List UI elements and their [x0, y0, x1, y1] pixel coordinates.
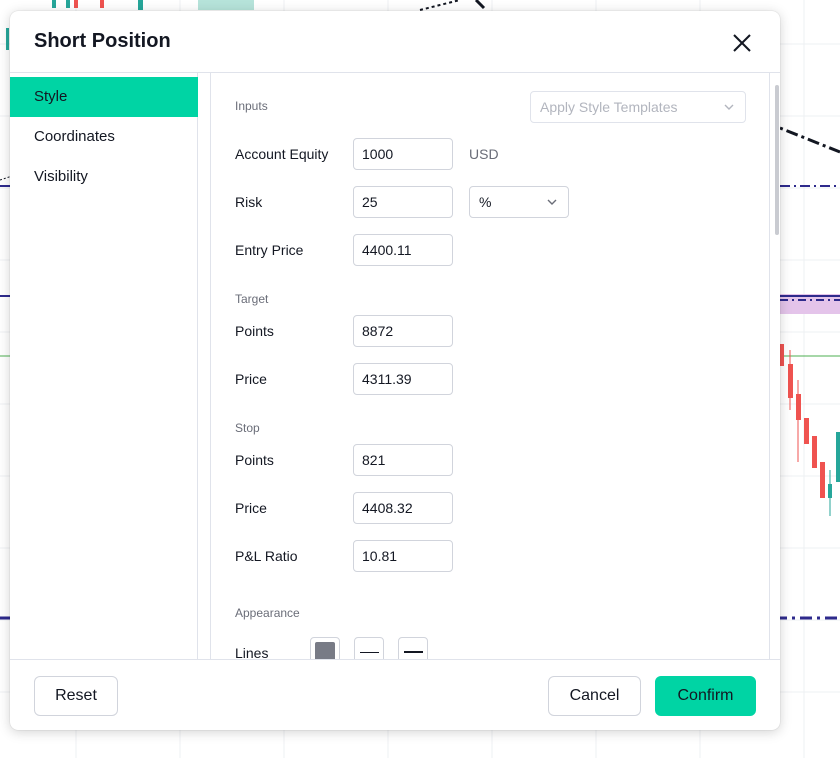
line-color-button[interactable]	[310, 637, 340, 659]
account-equity-label: Account Equity	[235, 146, 329, 162]
stop-points-label: Points	[235, 452, 274, 468]
thin-line-icon	[360, 652, 379, 653]
pl-ratio-input[interactable]	[353, 540, 453, 572]
currency-unit: USD	[469, 146, 499, 162]
stop-section-label: Stop	[235, 421, 260, 435]
style-panel: Inputs Apply Style Templates Account Equ…	[210, 73, 770, 659]
line-width-thick-button[interactable]	[398, 637, 428, 659]
close-icon	[733, 34, 751, 52]
templates-placeholder: Apply Style Templates	[540, 99, 678, 115]
close-button[interactable]	[726, 27, 758, 59]
dialog-title: Short Position	[34, 30, 171, 52]
target-section-label: Target	[235, 292, 269, 306]
target-price-input[interactable]	[353, 363, 453, 395]
dialog-header: Short Position	[10, 11, 780, 73]
target-points-input[interactable]	[353, 315, 453, 347]
account-equity-input[interactable]	[353, 138, 453, 170]
color-swatch	[315, 642, 335, 659]
thick-line-icon	[404, 651, 423, 653]
entry-price-label: Entry Price	[235, 242, 304, 258]
risk-input[interactable]	[353, 186, 453, 218]
tab-visibility[interactable]: Visibility	[10, 157, 198, 197]
chevron-down-icon	[724, 104, 734, 110]
pl-ratio-label: P&L Ratio	[235, 548, 298, 564]
content-scrollbar[interactable]	[775, 85, 779, 235]
inputs-section-label: Inputs	[235, 99, 268, 113]
appearance-section-label: Appearance	[235, 606, 300, 620]
confirm-button[interactable]: Confirm	[655, 676, 756, 716]
target-points-label: Points	[235, 323, 274, 339]
short-position-dialog: Short Position Style Coordinates Visibil…	[10, 11, 780, 730]
chevron-down-icon	[547, 199, 557, 205]
risk-unit-value: %	[479, 194, 492, 210]
tab-style[interactable]: Style	[10, 77, 198, 117]
stop-points-input[interactable]	[353, 444, 453, 476]
stop-price-label: Price	[235, 500, 267, 516]
reset-button[interactable]: Reset	[34, 676, 118, 716]
stop-price-input[interactable]	[353, 492, 453, 524]
apply-style-templates-select[interactable]: Apply Style Templates	[530, 91, 746, 123]
dialog-sidebar: Style Coordinates Visibility	[10, 73, 198, 659]
risk-unit-select[interactable]: %	[469, 186, 569, 218]
line-width-thin-button[interactable]	[354, 637, 384, 659]
entry-price-input[interactable]	[353, 234, 453, 266]
tab-coordinates[interactable]: Coordinates	[10, 117, 198, 157]
target-price-label: Price	[235, 371, 267, 387]
risk-label: Risk	[235, 194, 263, 210]
lines-label: Lines	[235, 645, 269, 659]
dialog-footer: Reset Cancel Confirm	[10, 659, 780, 730]
cancel-button[interactable]: Cancel	[548, 676, 641, 716]
